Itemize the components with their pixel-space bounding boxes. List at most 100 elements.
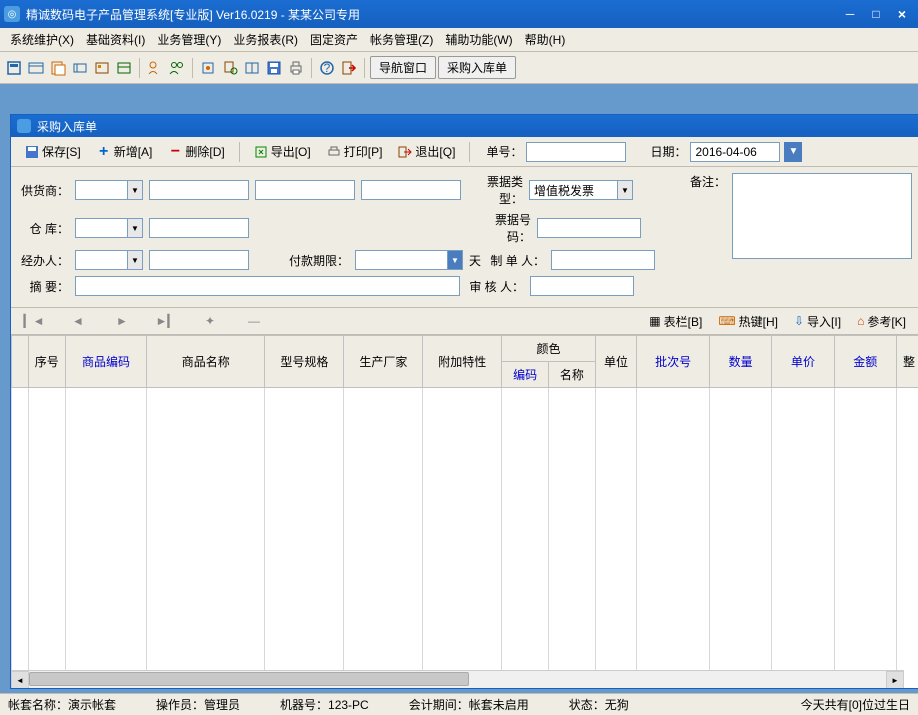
menu-tools[interactable]: 辅助功能(W) [439, 29, 518, 50]
date-input[interactable]: 2016-04-06 [690, 142, 780, 162]
handler-combo[interactable]: ▼ [75, 250, 143, 270]
col-model[interactable]: 型号规格 [265, 336, 344, 388]
exit-button[interactable]: 退出[Q] [392, 141, 461, 162]
main-window: ◎ 精诚数码电子产品管理系统[专业版] Ver16.0219 - 某某公司专用 … [0, 0, 918, 715]
col-price[interactable]: 单价 [772, 336, 834, 388]
tb-icon-10[interactable] [220, 58, 240, 78]
tb-icon-9[interactable] [198, 58, 218, 78]
supplier-combo-btn[interactable]: ▼ [127, 180, 143, 200]
nav-prev[interactable]: ◄ [63, 311, 93, 331]
col-color-code[interactable]: 编码 [502, 362, 549, 388]
tb-icon-7[interactable] [145, 58, 165, 78]
nav-first[interactable]: ▎◄ [19, 311, 49, 331]
payment-due-input[interactable] [355, 250, 447, 270]
tb-icon-6[interactable] [114, 58, 134, 78]
remark-label: 备注： [690, 173, 726, 190]
warehouse-combo-btn[interactable]: ▼ [127, 218, 143, 238]
nav-window-button[interactable]: 导航窗口 [370, 56, 436, 79]
minimize-button[interactable]: ─ [838, 6, 862, 22]
menu-asset[interactable]: 固定资产 [304, 29, 364, 50]
nav-last[interactable]: ►▎ [151, 311, 181, 331]
scroll-thumb[interactable] [29, 672, 469, 686]
delete-button[interactable]: − 删除[D] [162, 141, 230, 162]
date-picker-button[interactable]: ▼ [784, 142, 802, 162]
tb-icon-11[interactable] [242, 58, 262, 78]
menu-reports[interactable]: 业务报表(R) [227, 29, 304, 50]
scrollbar-horizontal[interactable]: ◄ ► [11, 670, 904, 688]
col-product-code[interactable]: 商品编码 [66, 336, 147, 388]
maximize-button[interactable]: □ [864, 6, 888, 22]
warehouse-name-input[interactable] [149, 218, 249, 238]
col-product-name[interactable]: 商品名称 [147, 336, 265, 388]
scroll-track[interactable] [29, 671, 886, 688]
scroll-right-button[interactable]: ► [886, 671, 904, 688]
save-button[interactable]: 保存[S] [19, 141, 87, 162]
col-tail[interactable]: 整 [896, 336, 918, 388]
summary-input[interactable] [75, 276, 460, 296]
table-row[interactable] [12, 388, 918, 689]
tb-icon-exit[interactable] [339, 58, 359, 78]
col-manufacturer[interactable]: 生产厂家 [344, 336, 423, 388]
supplier-combo[interactable]: ▼ [75, 180, 143, 200]
invoice-no-input[interactable] [537, 218, 641, 238]
col-seq[interactable]: 序号 [28, 336, 65, 388]
tb-icon-3[interactable] [48, 58, 68, 78]
warehouse-code-input[interactable] [75, 218, 127, 238]
supplier-code-input[interactable] [75, 180, 127, 200]
export-button[interactable]: 导出[O] [248, 141, 317, 162]
supplier-extra2-input[interactable] [361, 180, 461, 200]
invoice-type-combo[interactable]: ▼ [529, 180, 633, 200]
col-unit[interactable]: 单位 [595, 336, 637, 388]
handler-combo-btn[interactable]: ▼ [127, 250, 143, 270]
tb-icon-5[interactable] [92, 58, 112, 78]
nav-add[interactable]: ✦ [195, 311, 225, 331]
col-qty[interactable]: 数量 [709, 336, 771, 388]
handler-code-input[interactable] [75, 250, 127, 270]
import-button[interactable]: ⇩导入[I] [786, 311, 849, 332]
supplier-name-input[interactable] [149, 180, 249, 200]
menu-basedata[interactable]: 基础资料(I) [80, 29, 151, 50]
invoice-type-input[interactable] [529, 180, 617, 200]
scroll-left-button[interactable]: ◄ [11, 671, 29, 688]
invoice-type-combo-btn[interactable]: ▼ [617, 180, 633, 200]
remark-textarea[interactable] [732, 173, 912, 259]
tb-icon-save[interactable] [264, 58, 284, 78]
creator-input[interactable] [551, 250, 655, 270]
tb-icon-print[interactable] [286, 58, 306, 78]
tb-icon-4[interactable] [70, 58, 90, 78]
tb-icon-2[interactable] [26, 58, 46, 78]
tb-icon-1[interactable] [4, 58, 24, 78]
col-color-name[interactable]: 名称 [548, 362, 595, 388]
order-no-input[interactable] [526, 142, 626, 162]
payment-due-combo-btn[interactable]: ▼ [447, 250, 463, 270]
hotkeys-button[interactable]: ⌨热键[H] [710, 311, 786, 332]
auditor-input[interactable] [530, 276, 634, 296]
col-batch[interactable]: 批次号 [637, 336, 710, 388]
purchase-in-button[interactable]: 采购入库单 [438, 56, 516, 79]
add-button[interactable]: + 新增[A] [91, 141, 159, 162]
menu-business[interactable]: 业务管理(Y) [151, 29, 227, 50]
nav-next[interactable]: ► [107, 311, 137, 331]
supplier-extra1-input[interactable] [255, 180, 355, 200]
menu-account[interactable]: 帐务管理(Z) [364, 29, 439, 50]
warehouse-combo[interactable]: ▼ [75, 218, 143, 238]
nav-del[interactable]: — [239, 311, 269, 331]
handler-name-input[interactable] [149, 250, 249, 270]
handler-label: 经办人： [21, 252, 69, 269]
tb-icon-help[interactable]: ? [317, 58, 337, 78]
reference-button[interactable]: ⌂参考[K] [849, 311, 914, 332]
tb-icon-8[interactable] [167, 58, 187, 78]
table-cols-button[interactable]: ▦表栏[B] [641, 311, 710, 332]
menu-help[interactable]: 帮助(H) [519, 29, 572, 50]
col-color-group[interactable]: 颜色 [502, 336, 595, 362]
grid-icon: ▦ [649, 314, 660, 328]
col-amount[interactable]: 金额 [834, 336, 896, 388]
payment-due-combo[interactable]: ▼ [355, 250, 463, 270]
print-button[interactable]: 打印[P] [321, 141, 389, 162]
menu-system[interactable]: 系统维护(X) [4, 29, 80, 50]
col-indicator[interactable] [12, 336, 29, 388]
grid-body[interactable] [12, 388, 918, 689]
col-extra-attr[interactable]: 附加特性 [423, 336, 502, 388]
close-button[interactable]: × [890, 6, 914, 22]
data-grid[interactable]: 序号 商品编码 商品名称 型号规格 生产厂家 附加特性 颜色 单位 批次号 数量… [11, 335, 918, 688]
